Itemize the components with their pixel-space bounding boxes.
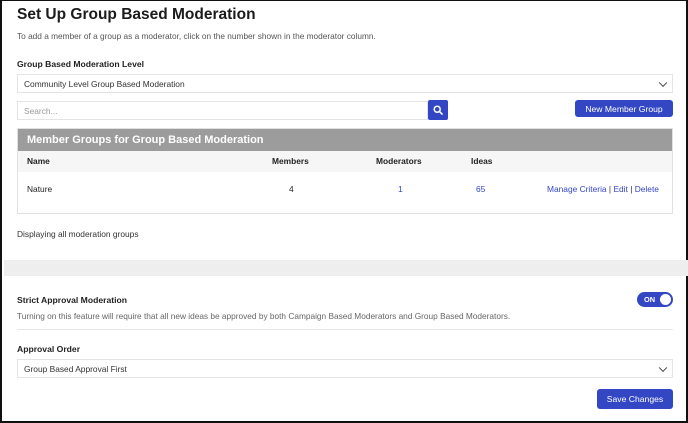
page-subtitle: To add a member of a group as a moderato… [17, 31, 376, 41]
divider [17, 329, 673, 330]
toggle-knob [660, 294, 671, 305]
groups-status-text: Displaying all moderation groups [17, 229, 139, 239]
search-placeholder: Search... [24, 105, 58, 116]
approval-order-value: Group Based Approval First [24, 363, 127, 374]
moderation-level-label: Group Based Moderation Level [17, 59, 145, 69]
chevron-down-icon [658, 363, 668, 372]
search-button[interactable] [428, 100, 448, 120]
new-member-group-button[interactable]: New Member Group [575, 100, 673, 117]
column-header-ideas: Ideas [471, 156, 493, 166]
search-icon [433, 105, 443, 115]
action-separator: | [630, 184, 633, 194]
action-separator: | [608, 184, 612, 194]
strict-approval-toggle[interactable]: ON [637, 292, 673, 307]
group-name-cell: Nature [27, 184, 53, 194]
save-changes-button[interactable]: Save Changes [597, 389, 673, 409]
chevron-down-icon [658, 78, 668, 87]
column-header-name: Name [27, 156, 50, 166]
approval-order-label: Approval Order [17, 344, 81, 354]
delete-link[interactable]: Delete [635, 184, 659, 194]
page-frame: Set Up Group Based Moderation To add a m… [0, 0, 688, 423]
manage-criteria-link[interactable]: Manage Criteria [547, 184, 607, 194]
group-moderators-link[interactable]: 1 [398, 184, 403, 194]
toggle-state-label: ON [644, 295, 656, 304]
approval-order-select[interactable]: Group Based Approval First [17, 359, 673, 378]
group-actions: Manage Criteria | Edit | Delete [547, 184, 659, 194]
search-input[interactable]: Search... [17, 101, 428, 120]
strict-approval-label: Strict Approval Moderation [17, 295, 127, 305]
moderation-level-select[interactable]: Community Level Group Based Moderation [17, 74, 673, 93]
column-header-members: Members [272, 156, 309, 166]
section-divider-band [4, 260, 688, 276]
page-title: Set Up Group Based Moderation [17, 6, 256, 23]
member-groups-title: Member Groups for Group Based Moderation [18, 129, 672, 151]
frame-top-border [2, 0, 688, 1]
column-header-moderators: Moderators [376, 156, 422, 166]
table-header-row [18, 151, 672, 172]
moderation-level-value: Community Level Group Based Moderation [24, 78, 185, 89]
group-members-cell: 4 [289, 184, 294, 194]
strict-approval-description: Turning on this feature will require tha… [17, 311, 511, 321]
edit-link[interactable]: Edit [613, 184, 627, 194]
group-ideas-link[interactable]: 65 [476, 184, 485, 194]
member-groups-panel: Member Groups for Group Based Moderation… [17, 128, 673, 214]
